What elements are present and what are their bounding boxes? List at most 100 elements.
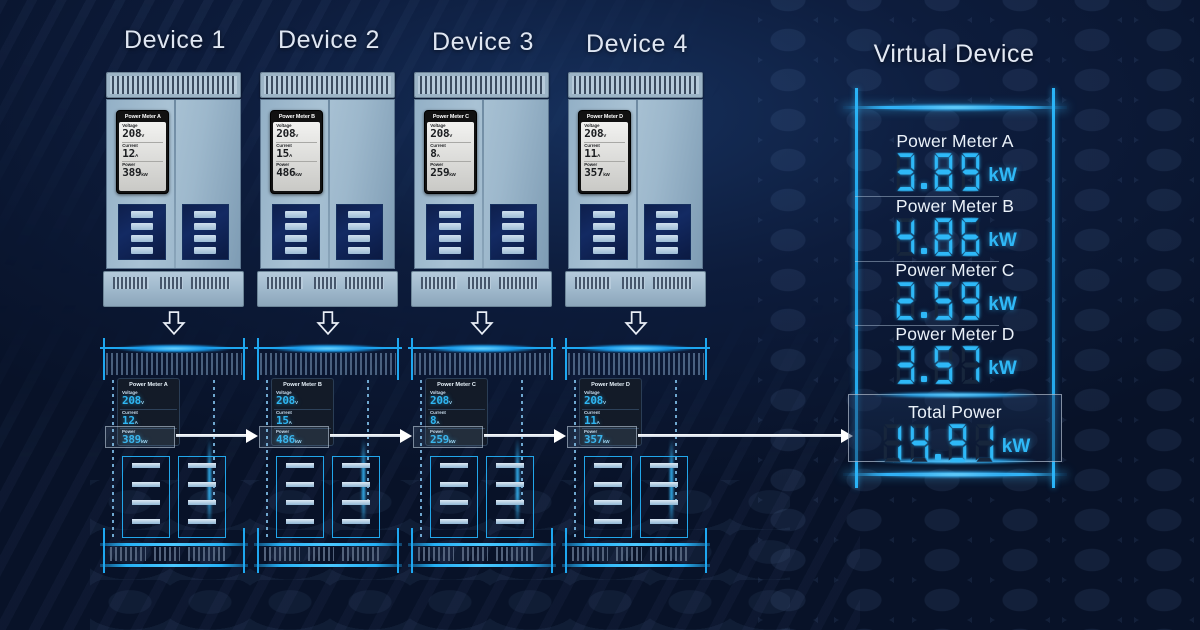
voltage-value: 208V <box>430 394 452 407</box>
bp-base-line <box>100 543 248 546</box>
virtual-readout-b: Power Meter B kW <box>855 196 1055 257</box>
bp-power-highlight <box>105 426 175 448</box>
bp-slot-panel-right <box>640 456 688 538</box>
device-slot-panel-left <box>579 204 628 260</box>
virtual-device-node-1[interactable]: Power Meter A Voltage 208V Current 12A P… <box>100 338 248 573</box>
current-value: 8A <box>430 146 440 160</box>
power-value: 259kW <box>430 166 456 180</box>
seven-segment-digit <box>945 423 970 463</box>
total-power-box[interactable]: Total Power kW <box>848 392 1062 464</box>
device-title-2: Device 2 <box>277 26 381 54</box>
flow-arrow-icon-3 <box>484 429 566 443</box>
bp-bottom-line <box>562 564 710 567</box>
virtual-device-title: Virtual Device <box>873 40 1035 68</box>
seven-segment-digit <box>958 281 983 321</box>
bp-base-vent <box>616 547 642 561</box>
meter-name-2: Power Meter B <box>283 382 322 388</box>
virtual-readout-d: Power Meter D kW <box>855 324 1055 385</box>
vd-bottom-glow <box>867 471 1043 478</box>
device-slot-panel-right <box>643 204 692 260</box>
bp-top-glow <box>268 344 388 353</box>
bp-frame-left-bottom <box>103 528 105 573</box>
bp-base-vent <box>572 547 608 561</box>
voltage-value: 208V <box>276 394 298 407</box>
device-slot-panel-right <box>181 204 230 260</box>
virtual-device-node-4[interactable]: Power Meter D Voltage 208V Current 11A P… <box>562 338 710 573</box>
total-power-value: kW <box>849 423 1061 463</box>
power-value: 486kW <box>276 166 302 180</box>
value-unit: kW <box>988 165 1017 186</box>
seven-segment-digit <box>907 423 932 463</box>
bp-dotted-guide <box>574 380 576 540</box>
bp-base-vent <box>188 547 228 561</box>
bp-top-vent <box>260 353 396 375</box>
virtual-readout-c: Power Meter C kW <box>855 260 1055 321</box>
readout-value-d: kW <box>855 345 1055 385</box>
bp-frame-right <box>705 338 707 380</box>
readout-label-c: Power Meter C <box>895 260 1015 280</box>
bp-dotted-guide <box>112 380 114 540</box>
physical-device-4[interactable]: Power Meter D Voltage 208V Current 11A P… <box>565 72 706 307</box>
meter-current-row: Current 8A <box>430 143 472 163</box>
device-title-1: Device 1 <box>123 26 227 54</box>
virtual-device-node-3[interactable]: Power Meter C Voltage 208V Current 8A Po… <box>408 338 556 573</box>
down-arrow-icon-3 <box>469 310 495 336</box>
meter-voltage-row: Voltage 208V <box>584 123 626 143</box>
power-meter-display-3: Power Meter C Voltage 208V Current 8A Po… <box>424 110 478 195</box>
meter-name-3: Power Meter C <box>432 114 469 121</box>
device-slot-panel-right <box>489 204 538 260</box>
physical-device-1[interactable]: Power Meter A Voltage 208V Current 12A P… <box>103 72 244 307</box>
meter-screen: Voltage 208V Current 11A Power 357kW <box>581 121 629 191</box>
readout-value-b: kW <box>855 217 1055 257</box>
bp-top-glow <box>576 344 696 353</box>
bp-base-vent <box>308 547 334 561</box>
bp-base-vent <box>418 547 454 561</box>
bp-slot-panel-left <box>122 456 170 538</box>
readout-value-c: kW <box>855 281 1055 321</box>
device-title-4: Device 4 <box>585 30 689 58</box>
device-title-3: Device 3 <box>431 28 535 56</box>
total-box-glow-top <box>874 392 1036 398</box>
current-value: 11A <box>584 146 600 160</box>
seven-segment-digit <box>958 345 983 385</box>
voltage-value: 208V <box>430 127 453 141</box>
device-body: Power Meter A Voltage 208V Current 12A P… <box>106 99 241 269</box>
voltage-value: 208V <box>584 394 606 407</box>
meter-current-row: Current 12A <box>122 143 164 163</box>
seven-segment-digit <box>958 217 983 257</box>
meter-name-4: Power Meter D <box>591 382 630 388</box>
readout-label-a: Power Meter A <box>896 131 1014 151</box>
bp-base-line <box>562 543 710 546</box>
bp-base-line <box>254 543 402 546</box>
bp-base-vent <box>650 547 690 561</box>
seven-segment-digit <box>893 281 918 321</box>
virtual-readout-a: Power Meter A kW <box>855 131 1055 192</box>
physical-device-2[interactable]: Power Meter B Voltage 208V Current 15A P… <box>257 72 398 307</box>
current-value: 12A <box>122 146 138 160</box>
device-slot-panel-left <box>271 204 320 260</box>
bp-frame-right-bottom <box>705 528 707 573</box>
virtual-device-node-2[interactable]: Power Meter B Voltage 208V Current 15A P… <box>254 338 402 573</box>
bp-frame-right-bottom <box>551 528 553 573</box>
seven-segment-digit <box>972 423 997 463</box>
bp-power-highlight <box>413 426 483 448</box>
physical-device-3[interactable]: Power Meter C Voltage 208V Current 8A Po… <box>411 72 552 307</box>
bp-frame-left <box>411 338 413 380</box>
total-power-readout: Total Power kW <box>849 402 1061 463</box>
meter-voltage-row: Voltage 208V <box>582 390 639 410</box>
bp-slot-panel-left <box>430 456 478 538</box>
device-center-divider <box>481 100 484 268</box>
bp-slot-panel-left <box>584 456 632 538</box>
device-slot-panel-left <box>425 204 474 260</box>
meter-screen: Voltage 208V Current 8A Power 259kW <box>427 121 475 191</box>
meter-name-2: Power Meter B <box>278 114 315 121</box>
down-arrow-icon-4 <box>623 310 649 336</box>
device-top-vent <box>568 72 703 98</box>
power-meter-display-4: Power Meter D Voltage 208V Current 11A P… <box>578 110 632 195</box>
device-base <box>411 271 552 307</box>
bp-base-vent <box>496 547 536 561</box>
down-arrow-icon-2 <box>315 310 341 336</box>
virtual-device-panel[interactable]: Power Meter A kW Power Meter B kW Power … <box>843 88 1067 488</box>
seven-segment-digit <box>958 152 983 192</box>
value-unit: kW <box>1001 436 1031 457</box>
